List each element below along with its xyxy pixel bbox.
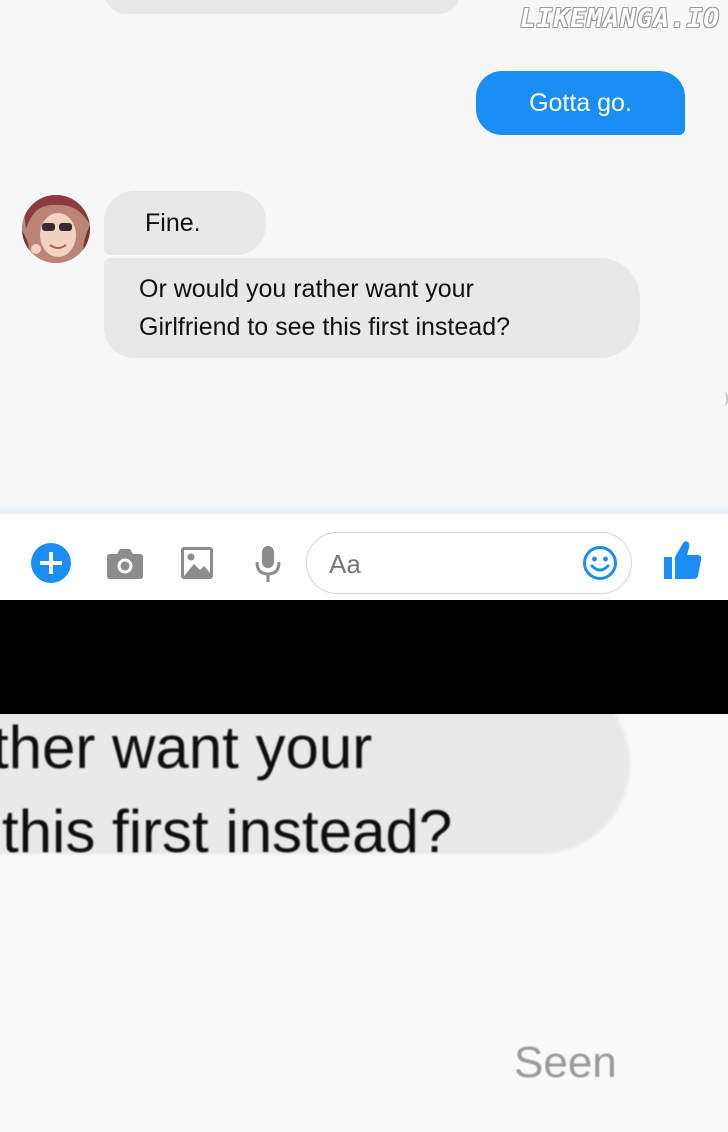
incoming-message-bubble: Or would you rather want your Girlfriend… <box>104 258 640 358</box>
thumbs-up-icon[interactable] <box>663 539 703 581</box>
incoming-message-bubble: Fine. <box>104 191 266 255</box>
scroll-edge <box>723 392 728 406</box>
microphone-icon[interactable] <box>254 545 282 583</box>
message-input[interactable] <box>327 545 571 583</box>
plus-icon[interactable] <box>31 543 71 583</box>
composer-divider <box>0 503 728 513</box>
message-input-field[interactable] <box>306 532 632 594</box>
message-text-line: Or would you rather want your <box>139 275 474 303</box>
zoomed-text-line: ther want your <box>0 714 373 781</box>
zoomed-panel: ther want your this first instead? Seen <box>0 714 728 1132</box>
message-text: Gotta go. <box>529 88 632 117</box>
seen-status: Seen <box>514 1038 617 1087</box>
message-composer <box>0 515 728 600</box>
contact-avatar[interactable] <box>22 195 90 263</box>
watermark: LIKEMANGA.IO <box>520 4 720 34</box>
message-text: Fine. <box>145 209 201 237</box>
chat-panel: LIKEMANGA.IO Gotta go. Fine. Or would yo… <box>0 0 728 600</box>
zoomed-text-line: this first instead? <box>2 798 453 865</box>
panel-gutter <box>0 600 728 714</box>
message-text-line: Girlfriend to see this first instead? <box>139 313 510 341</box>
emoji-icon[interactable] <box>582 545 618 581</box>
avatar-image <box>22 195 90 263</box>
camera-icon[interactable] <box>106 546 144 580</box>
image-icon[interactable] <box>180 546 214 580</box>
outgoing-message-bubble: Gotta go. <box>476 71 685 135</box>
previous-message-bubble <box>104 0 460 14</box>
